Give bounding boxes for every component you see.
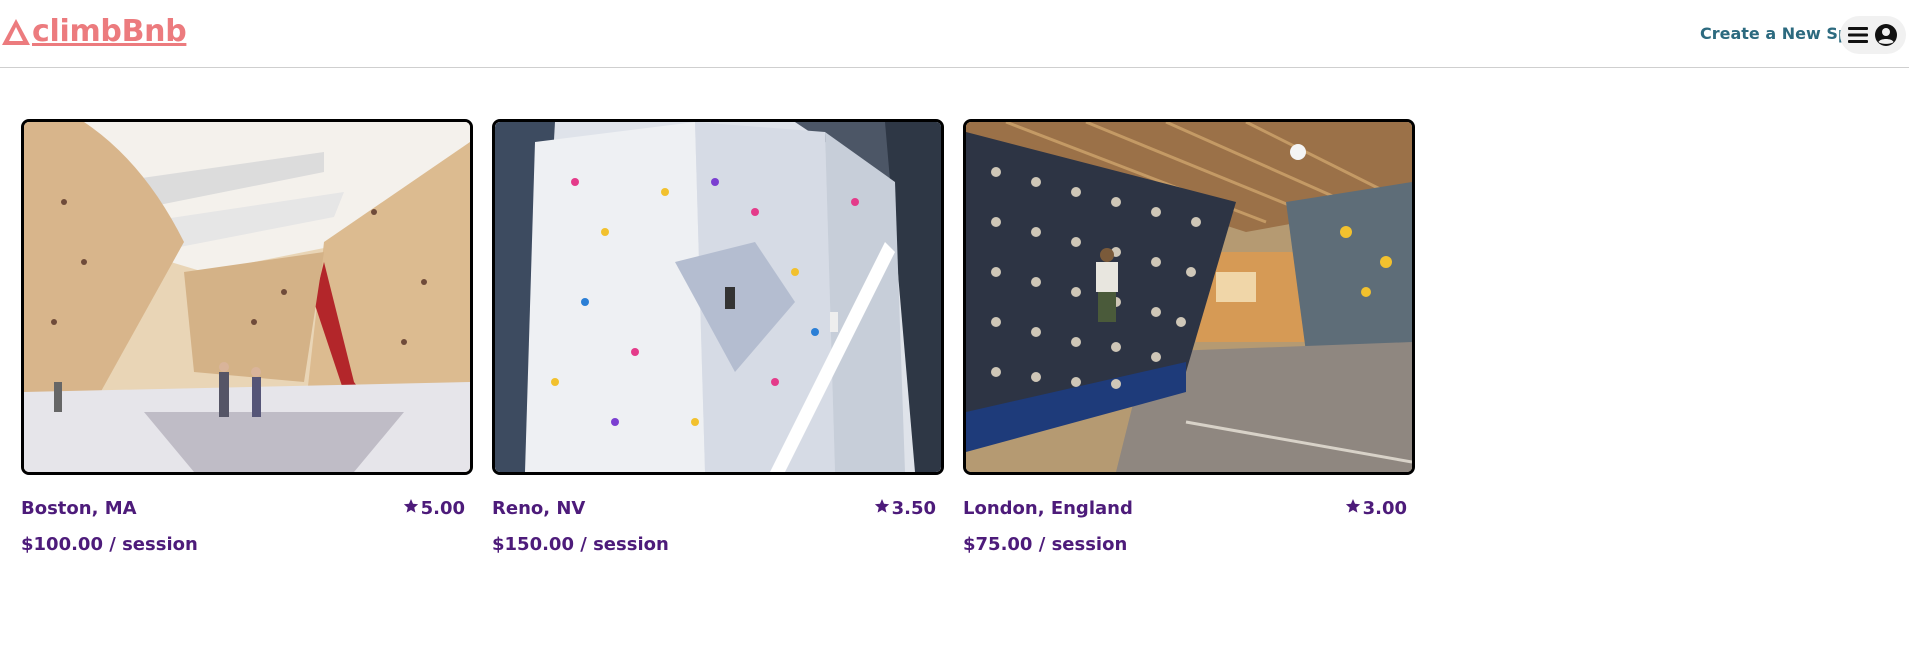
spot-rating: 3.50	[874, 498, 936, 519]
spot-card[interactable]: Boston, MA 5.00 $100.00 / session	[21, 119, 473, 559]
star-icon	[403, 498, 419, 519]
spot-image[interactable]	[963, 119, 1415, 475]
spot-info-row: Boston, MA 5.00	[21, 498, 465, 519]
spot-rating-value: 3.50	[891, 498, 936, 519]
spot-info-row: London, England 3.00	[963, 498, 1407, 519]
spot-price: $150.00 / session	[492, 534, 669, 555]
spot-info-row: Reno, NV 3.50	[492, 498, 936, 519]
star-icon	[874, 498, 890, 519]
spot-rating: 5.00	[403, 498, 465, 519]
site-header: climbBnb Create a New Spot	[0, 0, 1909, 68]
user-circle-icon	[1874, 23, 1898, 47]
spot-image[interactable]	[21, 119, 473, 475]
spot-city: London, England	[963, 498, 1133, 519]
spot-city: Reno, NV	[492, 498, 586, 519]
spot-rating-value: 3.00	[1362, 498, 1407, 519]
mountain-icon	[0, 17, 32, 47]
profile-menu-button[interactable]	[1840, 16, 1906, 54]
logo-link[interactable]: climbBnb	[0, 14, 187, 49]
spot-card[interactable]: Reno, NV 3.50 $150.00 / session	[492, 119, 944, 559]
spot-rating: 3.00	[1345, 498, 1407, 519]
spot-card[interactable]: London, England 3.00 $75.00 / session	[963, 119, 1415, 559]
spot-price: $100.00 / session	[21, 534, 198, 555]
spot-price: $75.00 / session	[963, 534, 1128, 555]
spot-rating-value: 5.00	[420, 498, 465, 519]
spot-city: Boston, MA	[21, 498, 137, 519]
spot-image[interactable]	[492, 119, 944, 475]
logo-text: climbBnb	[32, 14, 187, 49]
star-icon	[1345, 498, 1361, 519]
hamburger-menu-icon	[1848, 26, 1868, 44]
